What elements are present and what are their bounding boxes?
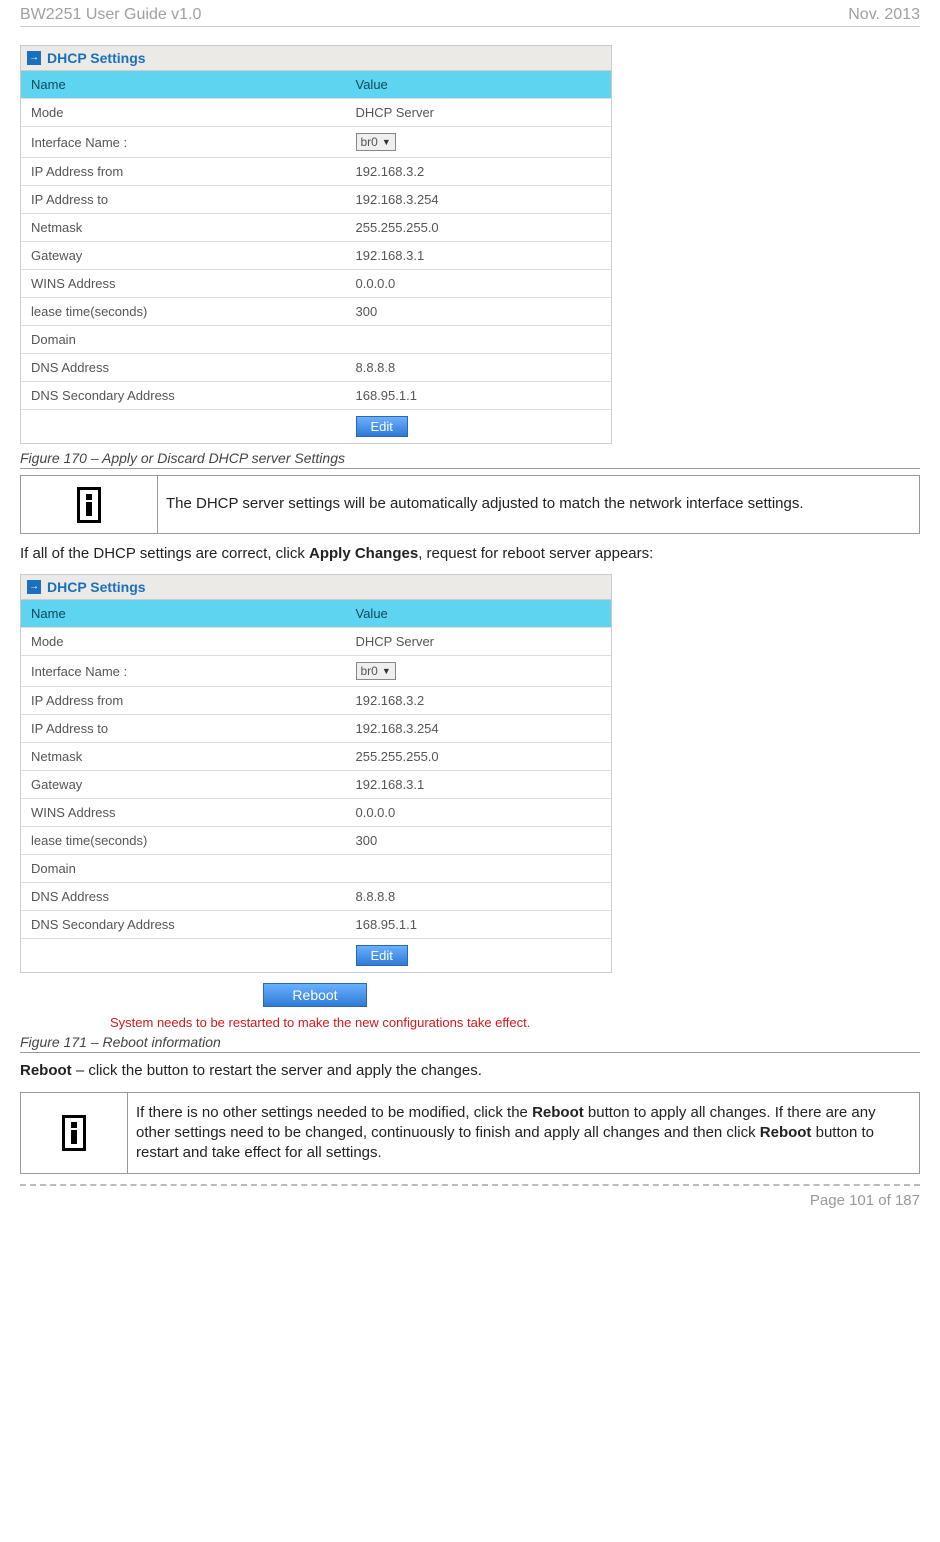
table-row: WINS Address0.0.0.0 <box>21 799 611 827</box>
table-row: IP Address from192.168.3.2 <box>21 158 611 186</box>
table-row: DNS Secondary Address168.95.1.1 <box>21 382 611 410</box>
col-value: Value <box>346 600 612 628</box>
panel-title: DHCP Settings <box>47 50 146 66</box>
table-row: DNS Secondary Address168.95.1.1 <box>21 911 611 939</box>
figure-caption-170: Figure 170 – Apply or Discard DHCP serve… <box>20 450 920 469</box>
table-row: Gateway192.168.3.1 <box>21 771 611 799</box>
table-row: lease time(seconds)300 <box>21 298 611 326</box>
table-row: Netmask255.255.255.0 <box>21 743 611 771</box>
col-name: Name <box>21 71 346 99</box>
table-row: ModeDHCP Server <box>21 99 611 127</box>
page-footer: Page 101 of 187 <box>20 1184 920 1219</box>
interface-select[interactable]: br0▼ <box>356 133 396 151</box>
table-row: ModeDHCP Server <box>21 628 611 656</box>
header-left: BW2251 User Guide v1.0 <box>20 6 201 24</box>
body-text-2: Reboot – click the button to restart the… <box>20 1061 920 1081</box>
note-text: The DHCP server settings will be automat… <box>158 476 920 534</box>
col-name: Name <box>21 600 346 628</box>
table-row: lease time(seconds)300 <box>21 827 611 855</box>
table-row: Interface Name :br0▼ <box>21 127 611 158</box>
chevron-down-icon: ▼ <box>382 666 391 676</box>
table-row: IP Address to192.168.3.254 <box>21 186 611 214</box>
dhcp-table-1: Name Value ModeDHCP Server Interface Nam… <box>21 71 611 443</box>
body-text-1: If all of the DHCP settings are correct,… <box>20 544 920 564</box>
table-row: DNS Address8.8.8.8 <box>21 354 611 382</box>
col-value: Value <box>346 71 612 99</box>
figure-caption-171: Figure 171 – Reboot information <box>20 1034 920 1053</box>
dhcp-table-2: Name Value ModeDHCP Server Interface Nam… <box>21 600 611 972</box>
arrow-right-icon <box>27 51 41 65</box>
arrow-right-icon <box>27 580 41 594</box>
info-note-1: The DHCP server settings will be automat… <box>20 475 920 534</box>
table-row: IP Address to192.168.3.254 <box>21 715 611 743</box>
note-text: If there is no other settings needed to … <box>128 1092 920 1174</box>
table-row: Domain <box>21 855 611 883</box>
dhcp-settings-panel-2: DHCP Settings Name Value ModeDHCP Server… <box>20 574 612 973</box>
reboot-area: Reboot <box>20 983 610 1007</box>
table-row: Edit <box>21 410 611 444</box>
chevron-down-icon: ▼ <box>382 137 391 147</box>
info-icon <box>77 487 101 523</box>
table-row: Interface Name :br0▼ <box>21 656 611 687</box>
panel-header: DHCP Settings <box>21 575 611 600</box>
table-row: WINS Address0.0.0.0 <box>21 270 611 298</box>
reboot-message: System needs to be restarted to make the… <box>20 1015 790 1030</box>
page-header: BW2251 User Guide v1.0 Nov. 2013 <box>20 0 920 27</box>
table-row: DNS Address8.8.8.8 <box>21 883 611 911</box>
header-right: Nov. 2013 <box>848 6 920 24</box>
info-icon <box>62 1115 86 1151</box>
edit-button[interactable]: Edit <box>356 416 408 437</box>
panel-title: DHCP Settings <box>47 579 146 595</box>
table-row: Domain <box>21 326 611 354</box>
edit-button[interactable]: Edit <box>356 945 408 966</box>
interface-select[interactable]: br0▼ <box>356 662 396 680</box>
table-row: Edit <box>21 939 611 973</box>
info-note-2: If there is no other settings needed to … <box>20 1092 920 1175</box>
table-row: Netmask255.255.255.0 <box>21 214 611 242</box>
table-row: Gateway192.168.3.1 <box>21 242 611 270</box>
table-row: IP Address from192.168.3.2 <box>21 687 611 715</box>
dhcp-settings-panel-1: DHCP Settings Name Value ModeDHCP Server… <box>20 45 612 444</box>
panel-header: DHCP Settings <box>21 46 611 71</box>
reboot-button[interactable]: Reboot <box>263 983 366 1007</box>
